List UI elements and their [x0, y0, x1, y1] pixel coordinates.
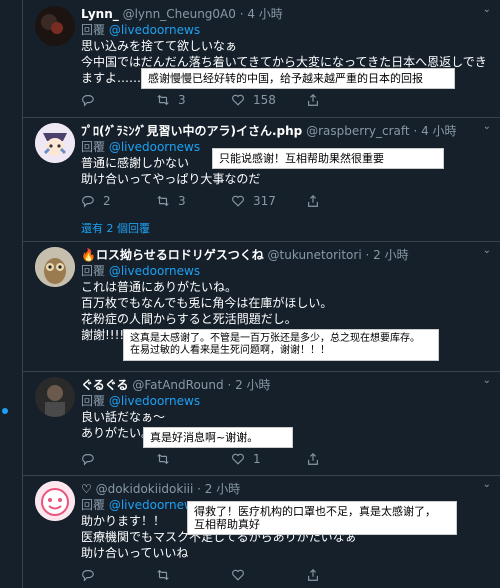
- share-button[interactable]: [306, 452, 381, 466]
- mention-link[interactable]: @livedoornews: [109, 394, 200, 408]
- translation-overlay: 只能说感谢！互相帮助果然很重要: [212, 148, 444, 169]
- tweet[interactable]: ﾌﾟﾛ(ｸﾞﾗﾐﾝｸﾞ見習い中のアラ)イさん.php @raspberry_cr…: [23, 117, 500, 242]
- mention-link[interactable]: @livedoornews: [109, 23, 200, 37]
- chevron-down-icon[interactable]: ⌄: [483, 245, 491, 256]
- tweet[interactable]: Lynn_ @lynn_Cheung0A0 · 4 小時 回覆 @livedoo…: [23, 0, 500, 118]
- like-icon: [232, 94, 244, 106]
- retweet-icon: [157, 195, 169, 207]
- avatar[interactable]: [35, 247, 75, 287]
- retweet-button[interactable]: [156, 568, 231, 582]
- reply-icon: [82, 196, 94, 208]
- tweet-header: 🔥ロス拗らせるロドリゲスつくね @tukunetoritori · 2 小時: [81, 248, 409, 262]
- avatar[interactable]: [35, 377, 75, 417]
- reply-context: 回覆 @livedoornews: [81, 264, 201, 278]
- translation-overlay: 真是好消息啊~谢谢。: [143, 427, 293, 448]
- retweet-button[interactable]: 3: [156, 93, 231, 107]
- share-icon: [308, 93, 318, 106]
- timestamp[interactable]: 2 小時: [205, 482, 240, 496]
- share-icon: [308, 568, 318, 581]
- tweet-header: ﾌﾟﾛ(ｸﾞﾗﾐﾝｸﾞ見習い中のアラ)イさん.php @raspberry_cr…: [81, 124, 457, 138]
- reply-button[interactable]: [81, 452, 156, 466]
- timestamp[interactable]: 4 小時: [247, 7, 282, 21]
- tweet-header: ♡ @dokidokiidokiii · 2 小時: [81, 482, 241, 496]
- show-more-replies-link[interactable]: 還有 2 個回覆: [81, 220, 150, 236]
- reply-icon: [82, 95, 94, 107]
- translation-overlay: 得救了！医疗机构的口罩也不足，真是太感谢了， 互相帮助真好: [187, 501, 457, 535]
- retweet-button[interactable]: [156, 452, 231, 466]
- share-icon: [308, 452, 318, 465]
- handle[interactable]: @dokidokiidokiii: [96, 482, 194, 496]
- reply-context: 回覆 @livedoornews: [81, 23, 201, 37]
- avatar[interactable]: [35, 6, 75, 46]
- share-button[interactable]: [306, 568, 381, 582]
- translation-overlay: 这真是太感谢了。不管是一百万张还是多少，总之现在想要库存。 在易过敏的人看来是生死…: [123, 329, 439, 361]
- chevron-down-icon[interactable]: ⌄: [483, 121, 491, 132]
- tweet[interactable]: ぐるぐる @FatAndRound · 2 小時 回覆 @livedoornew…: [23, 371, 500, 476]
- tweet-actions: [81, 568, 381, 582]
- tweet-actions: 1: [81, 452, 381, 466]
- reply-feed: Lynn_ @lynn_Cheung0A0 · 4 小時 回覆 @livedoo…: [22, 0, 500, 588]
- retweet-button[interactable]: 3: [156, 194, 231, 208]
- display-name[interactable]: Lynn_: [81, 7, 119, 21]
- display-name[interactable]: ロス拗らせるロドリゲスつくね: [96, 248, 264, 262]
- like-button[interactable]: [231, 568, 306, 582]
- tweet-header: ぐるぐる @FatAndRound · 2 小時: [81, 378, 271, 392]
- retweet-icon: [157, 453, 169, 465]
- handle[interactable]: @tukunetoritori: [268, 248, 362, 262]
- like-icon: [232, 569, 244, 581]
- share-icon: [308, 194, 318, 207]
- blue-dot-icon: [2, 408, 8, 414]
- like-icon: [232, 453, 244, 465]
- share-button[interactable]: [306, 93, 381, 107]
- fire-icon: 🔥: [81, 248, 96, 262]
- tweet-header: Lynn_ @lynn_Cheung0A0 · 4 小時: [81, 7, 283, 21]
- chevron-down-icon[interactable]: ⌄: [483, 4, 491, 15]
- like-button[interactable]: 317: [231, 194, 306, 208]
- like-button[interactable]: 158: [231, 93, 306, 107]
- reply-context: 回覆 @livedoornews: [81, 394, 201, 408]
- reply-button[interactable]: [81, 93, 156, 107]
- share-button[interactable]: [306, 194, 381, 208]
- reply-icon: [82, 454, 94, 466]
- tweet[interactable]: 🔥ロス拗らせるロドリゲスつくね @tukunetoritori · 2 小時 回…: [23, 241, 500, 372]
- left-edge-strip: [0, 0, 22, 588]
- tweet-actions: 2 3 317: [81, 194, 381, 208]
- translation-overlay: 感谢慢慢已经好转的中国，给予越来越严重的日本的回报: [141, 68, 455, 89]
- reply-button[interactable]: [81, 568, 156, 582]
- retweet-icon: [157, 94, 169, 106]
- handle[interactable]: @FatAndRound: [132, 378, 223, 392]
- tweet[interactable]: ♡ @dokidokiidokiii · 2 小時 回覆 @livedoorne…: [23, 475, 500, 588]
- mention-link[interactable]: @livedoornews: [109, 140, 200, 154]
- chevron-down-icon[interactable]: ⌄: [483, 479, 491, 490]
- retweet-icon: [157, 569, 169, 581]
- tweet-actions: 3 158: [81, 93, 381, 107]
- avatar[interactable]: [35, 123, 75, 163]
- timestamp[interactable]: 4 小時: [421, 124, 456, 138]
- chevron-down-icon[interactable]: ⌄: [483, 375, 491, 386]
- reply-icon: [82, 570, 94, 582]
- reply-button[interactable]: 2: [81, 194, 156, 208]
- timestamp[interactable]: 2 小時: [235, 378, 270, 392]
- like-icon: [232, 195, 244, 207]
- display-name[interactable]: ﾌﾟﾛ(ｸﾞﾗﾐﾝｸﾞ見習い中のアラ)イさん.php: [81, 124, 302, 138]
- timestamp[interactable]: 2 小時: [373, 248, 408, 262]
- like-button[interactable]: 1: [231, 452, 306, 466]
- handle[interactable]: @raspberry_craft: [306, 124, 410, 138]
- avatar[interactable]: [35, 481, 75, 521]
- heart-outline-icon: ♡: [81, 482, 92, 496]
- handle[interactable]: @lynn_Cheung0A0: [123, 7, 236, 21]
- mention-link[interactable]: @livedoornews: [109, 264, 200, 278]
- display-name[interactable]: ぐるぐる: [81, 378, 129, 392]
